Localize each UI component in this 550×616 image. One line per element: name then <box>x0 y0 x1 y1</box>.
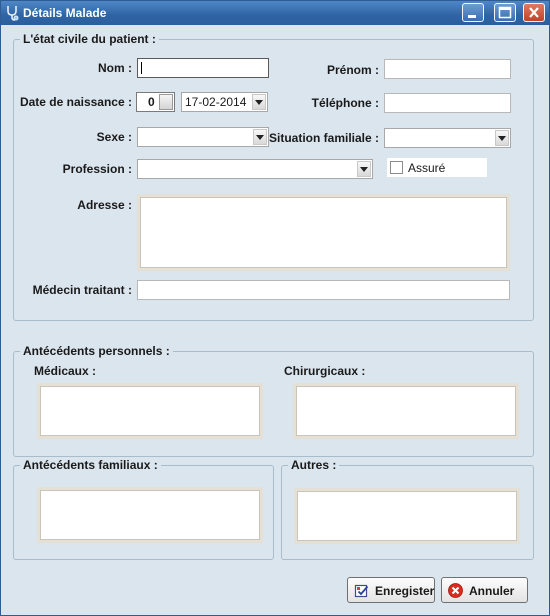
autres-legend: Autres : <box>291 458 337 472</box>
prenom-label: Prénom : <box>326 63 379 77</box>
telephone-input[interactable] <box>384 93 511 113</box>
nom-input[interactable] <box>137 58 269 78</box>
minimize-button[interactable] <box>462 3 484 22</box>
window-title: Détails Malade <box>23 6 107 20</box>
save-check-icon <box>354 584 369 598</box>
medicaux-label: Médicaux : <box>34 364 97 378</box>
medicaux-textarea-inner <box>40 386 260 436</box>
annuler-button[interactable]: Annuler <box>441 577 528 603</box>
antecedents-familiaux-textarea-inner <box>40 490 260 540</box>
autres-textarea[interactable] <box>294 488 520 544</box>
patient-group-legend: L'état civile du patient : <box>23 32 156 46</box>
close-icon <box>529 7 539 18</box>
patient-details-window: Détails Malade L'état civile du patient … <box>0 0 550 616</box>
adresse-label: Adresse : <box>77 198 132 212</box>
telephone-label: Téléphone : <box>311 96 379 110</box>
date-naissance-value: 17-02-2014 <box>185 95 247 109</box>
antecedents-familiaux-legend: Antécédents familiaux : <box>23 458 158 472</box>
date-naissance-label: Date de naissance : <box>19 95 132 109</box>
chirurgicaux-textarea-inner <box>296 386 516 436</box>
situation-familiale-select[interactable] <box>384 128 511 148</box>
nom-label: Nom : <box>98 61 132 75</box>
window-content: L'état civile du patient : Nom : Prénom … <box>4 26 545 612</box>
close-button[interactable] <box>523 3 545 22</box>
medecin-traitant-label: Médecin traitant : <box>32 283 132 297</box>
antecedents-familiaux-textarea[interactable] <box>37 487 263 543</box>
enregister-button[interactable]: Enregister <box>347 577 435 603</box>
maximize-icon <box>498 6 512 19</box>
assure-label: Assuré <box>408 161 446 175</box>
enregister-label: Enregister <box>375 584 435 598</box>
situation-familiale-label: Situation familiale : <box>268 131 379 145</box>
chevron-down-icon[interactable] <box>253 129 267 145</box>
profession-select[interactable] <box>137 159 373 179</box>
annuler-label: Annuler <box>469 584 515 598</box>
sexe-select[interactable] <box>137 127 269 147</box>
minimize-icon <box>468 15 476 18</box>
title-bar[interactable]: Détails Malade <box>1 1 549 25</box>
assure-checkbox-row[interactable]: Assuré <box>387 158 487 177</box>
antecedents-personnels-legend: Antécédents personnels : <box>23 344 170 358</box>
autres-textarea-inner <box>297 491 517 541</box>
chevron-down-icon[interactable] <box>357 161 371 177</box>
adresse-textarea-inner <box>140 197 507 268</box>
age-spinner[interactable]: 0 <box>136 92 175 112</box>
medecin-traitant-input[interactable] <box>137 280 510 300</box>
chevron-down-icon[interactable] <box>252 94 266 110</box>
profession-label: Profession : <box>62 162 132 176</box>
date-naissance-picker[interactable]: 17-02-2014 <box>181 92 268 112</box>
text-caret <box>141 62 142 74</box>
cancel-x-icon <box>448 583 463 598</box>
stethoscope-icon <box>7 6 19 21</box>
prenom-input[interactable] <box>384 59 511 79</box>
assure-checkbox[interactable] <box>390 161 403 174</box>
medicaux-textarea[interactable] <box>37 383 263 439</box>
maximize-button[interactable] <box>494 3 516 22</box>
chirurgicaux-label: Chirurgicaux : <box>284 364 366 378</box>
chevron-down-icon[interactable] <box>495 130 509 146</box>
spinner-button[interactable] <box>159 94 173 110</box>
adresse-textarea[interactable] <box>137 194 510 271</box>
chirurgicaux-textarea[interactable] <box>293 383 519 439</box>
age-value: 0 <box>148 95 155 109</box>
sexe-label: Sexe : <box>96 130 132 144</box>
